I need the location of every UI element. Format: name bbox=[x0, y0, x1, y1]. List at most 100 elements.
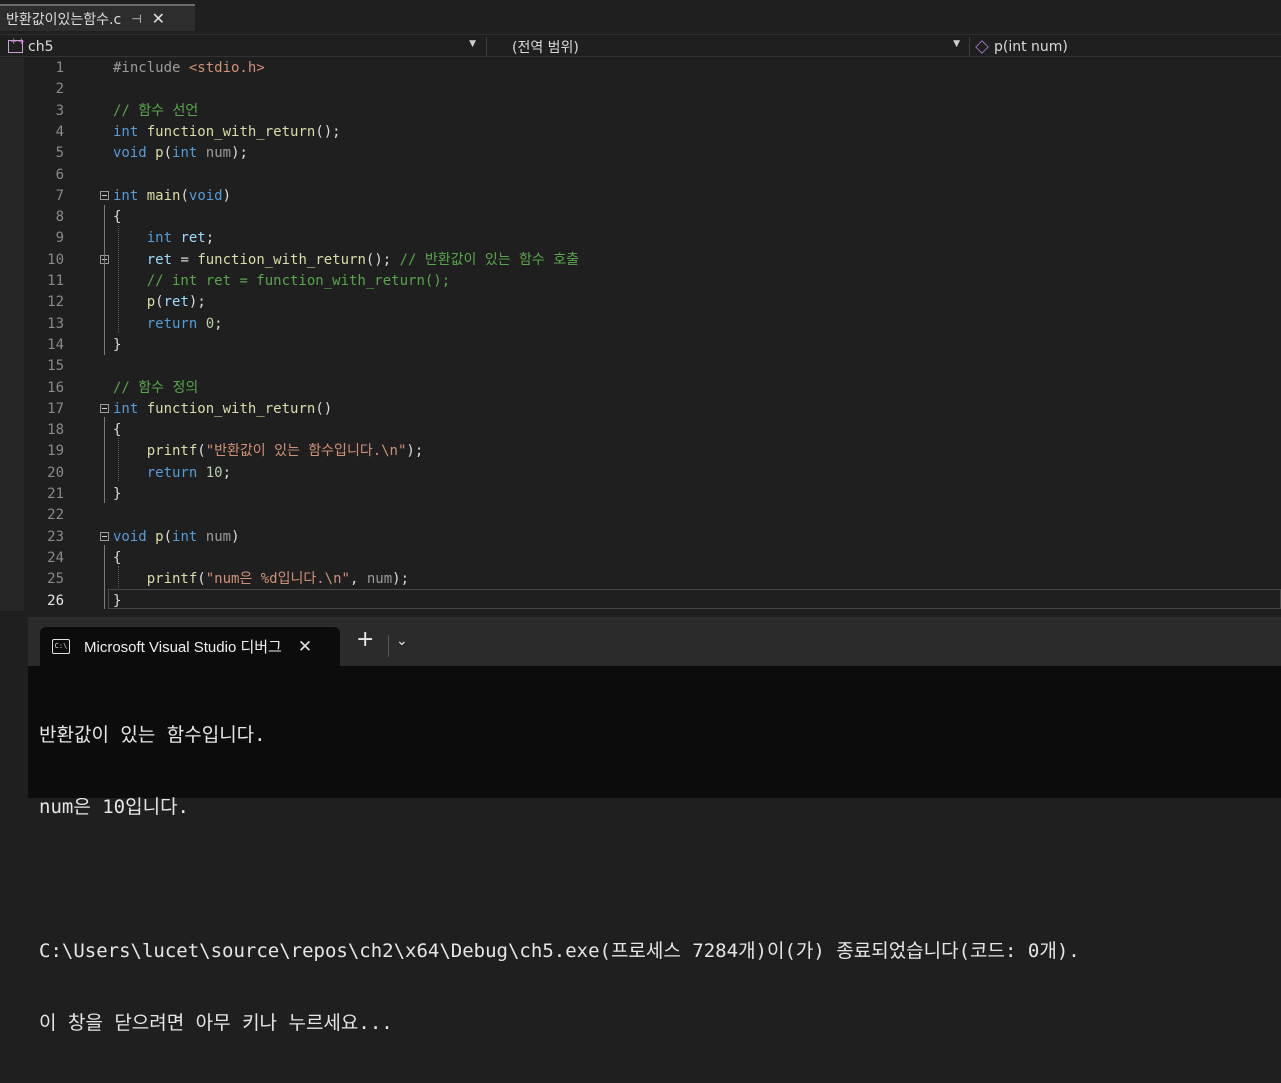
code-line[interactable]: 19 printf("반환값이 있는 함수입니다.\n"); bbox=[0, 441, 1281, 462]
code-line[interactable]: 13 return 0; bbox=[0, 314, 1281, 335]
code-token: ; bbox=[222, 464, 232, 481]
project-dropdown[interactable]: ch5 ▼ bbox=[0, 36, 482, 57]
code-line[interactable]: 23 void p(int num) bbox=[0, 527, 1281, 548]
code-line[interactable]: 25 printf("num은 %d입니다.\n", num); bbox=[0, 569, 1281, 590]
code-text: // 함수 정의 bbox=[113, 378, 198, 399]
code-token: ); bbox=[231, 145, 248, 162]
code-line[interactable]: 17 int function_with_return() bbox=[0, 399, 1281, 420]
code-line[interactable]: 12 p(ret); bbox=[0, 292, 1281, 313]
code-token: void bbox=[113, 528, 147, 545]
code-line[interactable]: 8{ bbox=[0, 207, 1281, 228]
close-icon[interactable]: ✕ bbox=[298, 637, 312, 657]
code-text: void p(int num) bbox=[113, 527, 240, 548]
indent-guide bbox=[118, 566, 119, 588]
code-line[interactable]: 22 bbox=[0, 505, 1281, 526]
code-line[interactable]: 7 int main(void) bbox=[0, 186, 1281, 207]
code-token: ; bbox=[214, 315, 223, 332]
code-token: function_with_return bbox=[146, 400, 316, 417]
code-text: return 0; bbox=[113, 314, 223, 335]
code-text: printf("반환값이 있는 함수입니다.\n"); bbox=[113, 441, 424, 462]
line-number: 8 bbox=[55, 209, 64, 226]
line-number: 25 bbox=[47, 571, 64, 588]
code-token: "반환값이 있는 함수입니다.\n" bbox=[205, 443, 407, 460]
terminal-tab-strip: C:\ Microsoft Visual Studio 디버그 ✕ + ⌄ bbox=[28, 617, 1281, 666]
code-line[interactable]: 3 // 함수 선언 bbox=[0, 101, 1281, 122]
line-number: 26 bbox=[47, 592, 64, 609]
code-text: return 10; bbox=[113, 463, 231, 484]
code-line[interactable]: 15 bbox=[0, 356, 1281, 377]
code-token: } bbox=[113, 336, 122, 353]
code-line[interactable]: 21} bbox=[0, 484, 1281, 505]
line-number: 23 bbox=[47, 528, 64, 545]
terminal-tab[interactable]: C:\ Microsoft Visual Studio 디버그 ✕ bbox=[40, 627, 340, 666]
member-dropdown[interactable]: p(int num) bbox=[970, 36, 1281, 57]
code-editor[interactable]: 1 #include <stdio.h> 2 3// 함수 선언 4 int functi… bbox=[0, 58, 1281, 611]
line-number: 1 bbox=[55, 60, 64, 76]
code-line[interactable]: 18 { bbox=[0, 420, 1281, 441]
code-token: () bbox=[315, 400, 333, 417]
collapse-toggle-icon[interactable] bbox=[100, 531, 109, 541]
code-token: int bbox=[113, 187, 139, 204]
code-line[interactable]: 4 int function_with_return(); bbox=[0, 122, 1281, 143]
close-icon[interactable]: ✕ bbox=[152, 9, 165, 28]
code-token: p bbox=[146, 294, 156, 311]
code-token: int bbox=[113, 400, 139, 417]
code-line[interactable]: 1 #include <stdio.h> bbox=[0, 58, 1281, 79]
code-token: printf bbox=[146, 571, 198, 588]
chevron-down-icon[interactable]: ⌄ bbox=[396, 633, 408, 649]
code-token: function_with_return bbox=[197, 251, 366, 268]
code-line[interactable]: 20 return 10; bbox=[0, 463, 1281, 484]
line-number: 11 bbox=[47, 273, 64, 289]
code-line[interactable]: 16 // 함수 정의 bbox=[0, 378, 1281, 399]
dropdown-arrow-icon: ▼ bbox=[469, 39, 476, 49]
code-token: // int ret = function_with_return(); bbox=[146, 273, 451, 289]
pin-icon[interactable]: ⊣ bbox=[131, 12, 141, 26]
code-text: printf("num은 %d입니다.\n", num); bbox=[113, 569, 409, 590]
new-tab-button[interactable]: + bbox=[356, 627, 374, 652]
code-line[interactable]: 5 void p(int num); bbox=[0, 143, 1281, 164]
code-line[interactable]: 11 // int ret = function_with_return(); bbox=[0, 271, 1281, 292]
code-text: // 함수 선언 bbox=[113, 101, 198, 122]
code-line[interactable]: 2 bbox=[0, 79, 1281, 100]
dropdown-arrow-icon: ▼ bbox=[953, 39, 960, 49]
code-line[interactable]: 6 bbox=[0, 165, 1281, 186]
code-token: { bbox=[113, 549, 122, 566]
code-token: int bbox=[113, 123, 139, 140]
line-number: 18 bbox=[47, 422, 64, 439]
code-token: { bbox=[113, 209, 122, 226]
code-token: (); bbox=[315, 123, 341, 140]
code-token: // 함수 선언 bbox=[113, 102, 199, 119]
member-dropdown-value: p(int num) bbox=[994, 38, 1068, 55]
line-number: 6 bbox=[55, 166, 64, 183]
code-token: num bbox=[205, 145, 232, 162]
collapse-toggle-icon[interactable] bbox=[100, 403, 109, 413]
code-token: ( bbox=[180, 187, 189, 204]
code-token: ) bbox=[222, 187, 232, 204]
code-line[interactable]: 9 int ret; bbox=[0, 228, 1281, 249]
code-token: ( bbox=[163, 528, 173, 545]
code-line[interactable]: 24 { bbox=[0, 548, 1281, 569]
scope-dropdown[interactable]: (전역 범위) ▼ bbox=[490, 36, 966, 57]
outline-line-main bbox=[104, 205, 105, 355]
code-token: return bbox=[146, 464, 198, 481]
code-text: int function_with_return(); bbox=[113, 122, 341, 143]
debug-console-window[interactable]: C:\ Microsoft Visual Studio 디버그 ✕ + ⌄ 반환… bbox=[28, 617, 1281, 1034]
code-token: <stdio.h> bbox=[188, 60, 265, 76]
code-line[interactable]: 14} bbox=[0, 335, 1281, 356]
code-token: ; bbox=[205, 230, 215, 247]
terminal-line: num은 10입니다. bbox=[39, 796, 189, 818]
code-token: ( bbox=[197, 571, 206, 588]
line-number: 20 bbox=[47, 464, 64, 481]
line-number: 7 bbox=[55, 187, 64, 204]
line-number: 13 bbox=[47, 315, 64, 332]
code-token: int bbox=[172, 528, 198, 545]
collapse-toggle-icon[interactable] bbox=[100, 190, 109, 200]
code-line[interactable]: 10 ret = function_with_return(); // 반환값이… bbox=[0, 250, 1281, 271]
document-tab[interactable]: 반환값이있는함수.c ⊣ ✕ bbox=[0, 4, 195, 31]
terminal-line: 이 창을 닫으려면 아무 키나 누르세요... bbox=[39, 1012, 393, 1034]
code-token: p bbox=[155, 528, 164, 545]
